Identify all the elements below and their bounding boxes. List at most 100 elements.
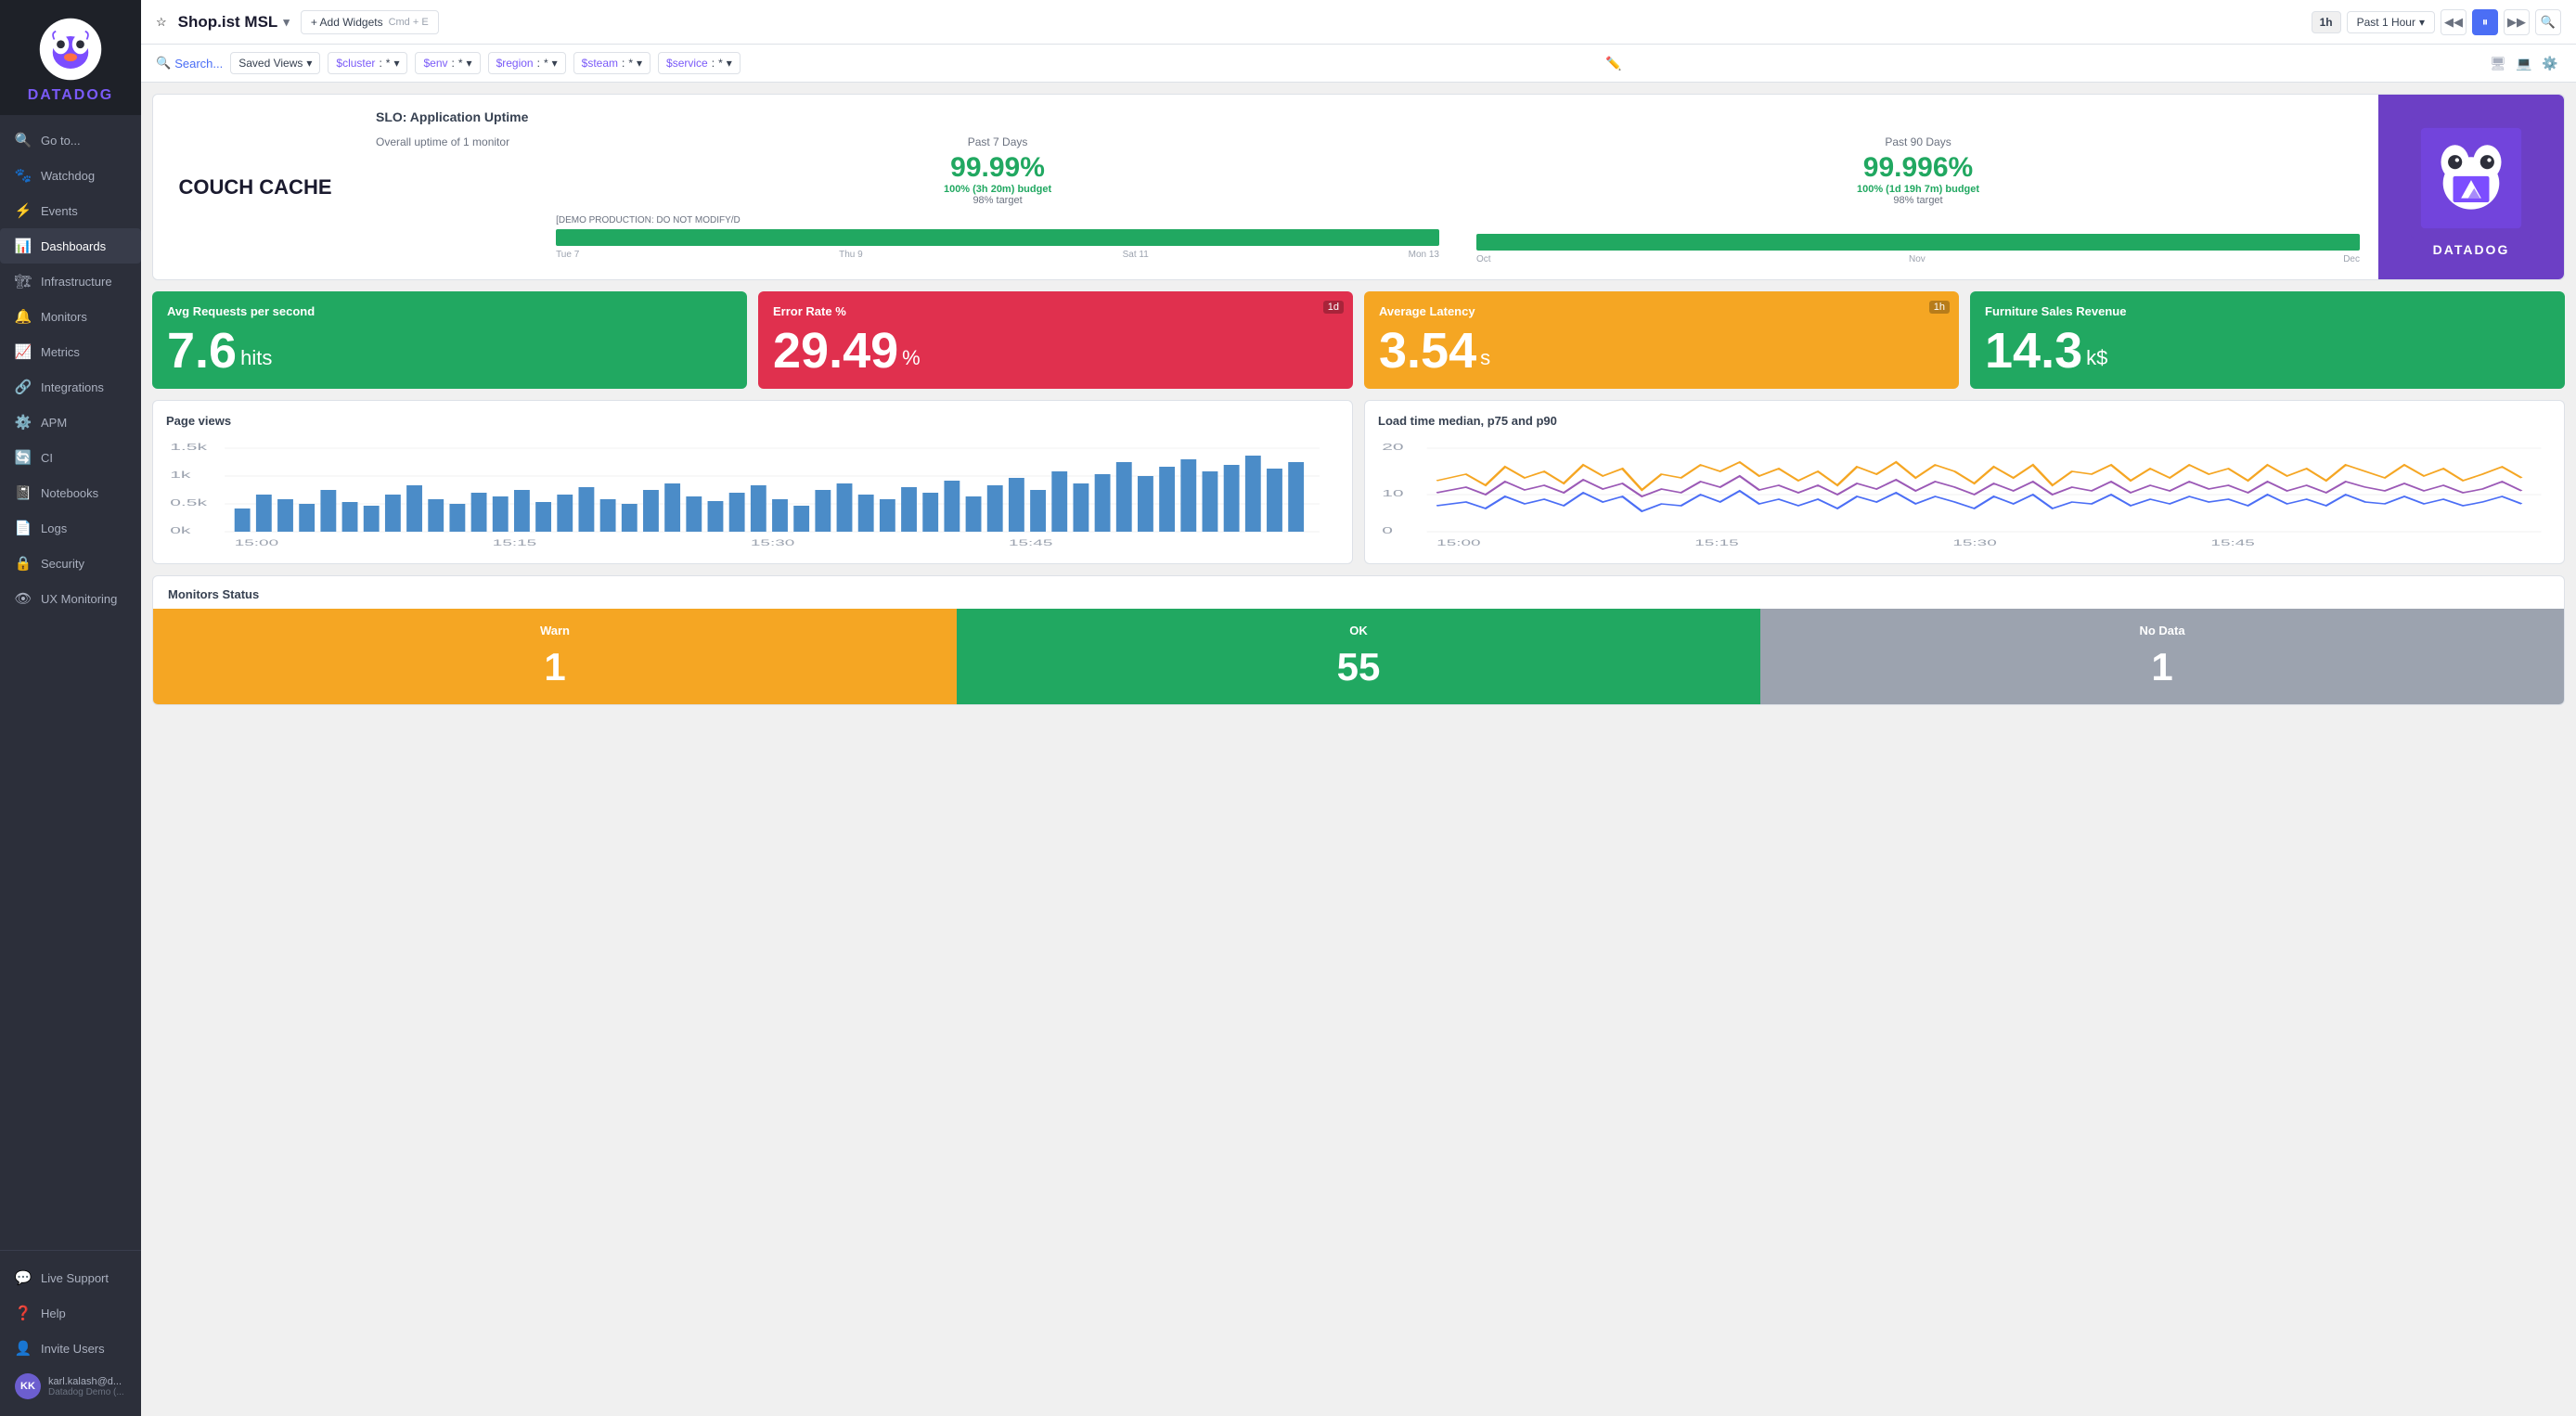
sidebar-item-invite-label: Invite Users <box>41 1342 105 1356</box>
logs-icon: 📄 <box>15 520 32 536</box>
slo-7day: Past 7 Days 99.99% 100% (3h 20m) budget … <box>556 135 1439 264</box>
filter-steam-val: * <box>628 57 633 70</box>
svg-text:15:30: 15:30 <box>751 539 794 548</box>
sidebar-item-events[interactable]: ⚡ Events <box>0 193 141 228</box>
metrics-row: Avg Requests per second 7.6 hits Error R… <box>152 291 2565 389</box>
sidebar-item-metrics[interactable]: 📈 Metrics <box>0 334 141 369</box>
saved-views-select[interactable]: Saved Views ▾ <box>230 52 320 74</box>
sidebar-item-help-label: Help <box>41 1307 66 1320</box>
settings-icon[interactable]: ⚙️ <box>2539 52 2561 74</box>
filter-cluster[interactable]: $cluster : * ▾ <box>328 52 407 74</box>
filter-service-chevron-icon: ▾ <box>727 57 732 70</box>
svg-text:0: 0 <box>1382 526 1393 536</box>
slo-title: SLO: Application Uptime <box>376 109 2360 124</box>
datadog-logo-icon <box>38 17 103 82</box>
user-role: Datadog Demo (... <box>48 1387 124 1397</box>
title-chevron-icon[interactable]: ▾ <box>283 15 290 30</box>
svg-text:15:45: 15:45 <box>2210 539 2254 548</box>
sidebar-item-notebooks[interactable]: 📓 Notebooks <box>0 475 141 510</box>
page-views-widget: Page views 1.5k 1k 0.5k 0k <box>152 400 1353 564</box>
add-widgets-shortcut: Cmd + E <box>389 17 429 28</box>
sidebar-item-live-support[interactable]: 💬 Live Support <box>0 1260 141 1295</box>
sidebar-item-invite[interactable]: 👤 Invite Users <box>0 1331 141 1366</box>
sidebar-item-dashboards-label: Dashboards <box>41 239 106 253</box>
edit-filters-icon[interactable]: ✏️ <box>1605 56 1621 71</box>
filter-region[interactable]: $region : * ▾ <box>488 52 566 74</box>
favorite-icon[interactable]: ☆ <box>156 15 167 30</box>
saved-views-label: Saved Views <box>238 57 303 70</box>
slo-90day-date-0: Oct <box>1476 254 1491 264</box>
monitor-nodata-count: 1 <box>1775 645 2549 689</box>
sidebar-item-infrastructure[interactable]: 🏗 Infrastructure <box>0 264 141 299</box>
sidebar-nav: 🔍 Go to... 🐾 Watchdog ⚡ Events 📊 Dashboa… <box>0 115 141 1250</box>
svg-text:0.5k: 0.5k <box>170 498 208 508</box>
metric-error-rate-unit: % <box>902 348 921 368</box>
metric-avg-requests-title: Avg Requests per second <box>167 304 732 318</box>
slo-7day-bar-container: [DEMO PRODUCTION: DO NOT MODIFY/D Tue 7 … <box>556 215 1439 260</box>
page-views-svg: 1.5k 1k 0.5k 0k <box>166 439 1339 550</box>
sidebar-item-watchdog[interactable]: 🐾 Watchdog <box>0 158 141 193</box>
filterbar: 🔍 Search... Saved Views ▾ $cluster : * ▾… <box>141 45 2576 83</box>
metric-tile-furniture-sales: Furniture Sales Revenue 14.3 k$ <box>1970 291 2565 389</box>
sidebar-item-dashboards[interactable]: 📊 Dashboards <box>0 228 141 264</box>
slo-90day-percent: 99.996% <box>1476 152 2360 184</box>
filter-region-key: $region <box>496 57 534 70</box>
slo-7day-budget-suffix: budget <box>1017 184 1051 195</box>
time-badge: 1h <box>2312 11 2341 33</box>
slo-7day-budget-highlight: 100% (3h 20m) <box>944 184 1014 195</box>
svg-text:15:45: 15:45 <box>1009 539 1052 548</box>
live-support-icon: 💬 <box>15 1269 32 1286</box>
svg-text:15:00: 15:00 <box>235 539 278 548</box>
sidebar-item-integrations[interactable]: 🔗 Integrations <box>0 369 141 405</box>
watchdog-icon: 🐾 <box>15 167 32 184</box>
search-button[interactable]: 🔍 Search... <box>156 56 223 71</box>
filter-service[interactable]: $service : * ▾ <box>658 52 741 74</box>
time-pause-button[interactable]: ⏸ <box>2472 9 2498 35</box>
invite-icon: 👤 <box>15 1340 32 1357</box>
sidebar-item-logs[interactable]: 📄 Logs <box>0 510 141 546</box>
sidebar-user: KK karl.kalash@d... Datadog Demo (... <box>0 1366 141 1407</box>
avatar: KK <box>15 1373 41 1399</box>
filter-cluster-val: * <box>386 57 391 70</box>
metric-error-rate-badge: 1d <box>1323 301 1344 314</box>
metric-avg-latency-badge: 1h <box>1929 301 1950 314</box>
display-tablet-icon[interactable]: 💻 <box>2513 52 2535 74</box>
global-search-button[interactable]: 🔍 <box>2535 9 2561 35</box>
ci-icon: 🔄 <box>15 449 32 466</box>
charts-row: Page views 1.5k 1k 0.5k 0k <box>152 400 2565 564</box>
dashboard-content: COUCH CACHE SLO: Application Uptime Over… <box>141 83 2576 1416</box>
ux-icon: 👁 <box>15 590 32 607</box>
svg-text:10: 10 <box>1382 489 1403 499</box>
mascot-brand-label: DATADOG <box>2433 242 2510 257</box>
sidebar-item-infrastructure-label: Infrastructure <box>41 275 112 289</box>
sidebar-item-monitors[interactable]: 🔔 Monitors <box>0 299 141 334</box>
sidebar-item-ci[interactable]: 🔄 CI <box>0 440 141 475</box>
sidebar-item-goto[interactable]: 🔍 Go to... <box>0 122 141 158</box>
slo-widget-main: SLO: Application Uptime Overall uptime o… <box>357 95 2378 279</box>
slo-90day-budget-suffix: budget <box>1945 184 1979 195</box>
sidebar-item-apm[interactable]: ⚙️ APM <box>0 405 141 440</box>
time-range-select[interactable]: Past 1 Hour ▾ <box>2347 11 2435 33</box>
filter-cluster-key: $cluster <box>336 57 375 70</box>
add-widgets-button[interactable]: + Add Widgets Cmd + E <box>301 10 439 34</box>
search-glass-icon: 🔍 <box>156 56 171 71</box>
filter-steam[interactable]: $steam : * ▾ <box>573 52 650 74</box>
slo-7day-label: Past 7 Days <box>556 135 1439 148</box>
monitors-row: Warn 1 OK 55 No Data 1 <box>153 609 2564 704</box>
sidebar-item-security[interactable]: 🔒 Security <box>0 546 141 581</box>
metric-avg-latency-value: 3.54 s <box>1379 326 1944 376</box>
sidebar-item-help[interactable]: ❓ Help <box>0 1295 141 1331</box>
main-content: ☆ Shop.ist MSL ▾ + Add Widgets Cmd + E 1… <box>141 0 2576 1416</box>
user-info: karl.kalash@d... Datadog Demo (... <box>48 1376 124 1397</box>
metrics-icon: 📈 <box>15 343 32 360</box>
filter-env[interactable]: $env : * ▾ <box>415 52 480 74</box>
monitor-warn-label: Warn <box>168 624 942 637</box>
metric-avg-latency-unit: s <box>1480 348 1490 368</box>
sidebar-item-events-label: Events <box>41 204 78 218</box>
sidebar-item-ux[interactable]: 👁 UX Monitoring <box>0 581 141 616</box>
monitor-nodata-label: No Data <box>1775 624 2549 637</box>
time-prev-button[interactable]: ◀◀ <box>2441 9 2467 35</box>
slo-7day-dates: Tue 7 Thu 9 Sat 11 Mon 13 <box>556 250 1439 260</box>
display-desktop-icon[interactable]: 🖥 <box>2487 52 2509 74</box>
time-next-button[interactable]: ▶▶ <box>2504 9 2530 35</box>
